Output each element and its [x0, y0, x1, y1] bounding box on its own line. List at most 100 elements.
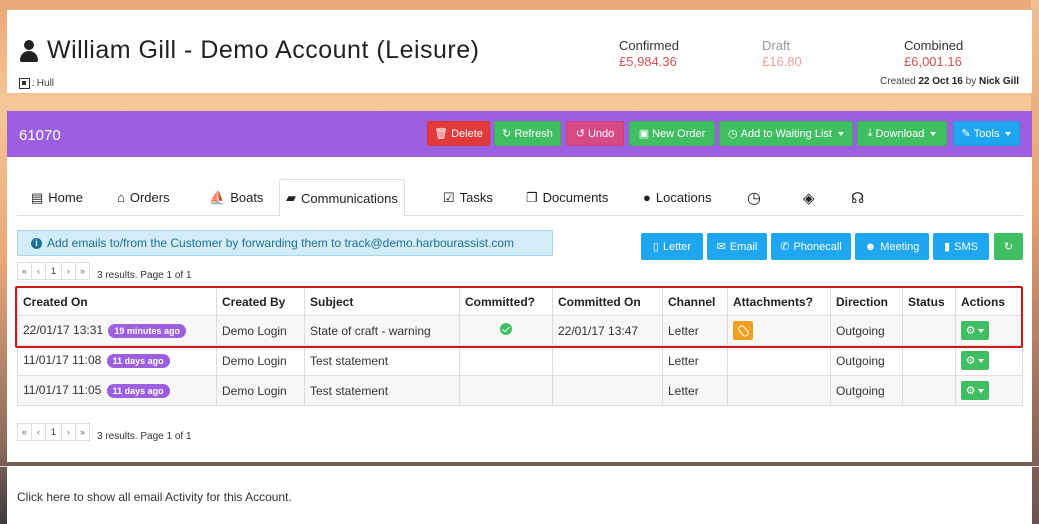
support-head-icon: ☊: [851, 189, 865, 207]
created-by-cell: Demo Login: [216, 345, 305, 376]
age-badge: 11 days ago: [106, 353, 170, 368]
envelope-icon: ✉: [716, 241, 726, 253]
pager-first-button[interactable]: «: [17, 262, 32, 280]
layers-icon: ◈: [803, 189, 815, 207]
tab-locations[interactable]: ● Locations: [637, 179, 718, 216]
users-icon: ☻: [864, 240, 877, 253]
undo-button[interactable]: ↺ Undo: [566, 121, 624, 146]
pager-page-button[interactable]: 1: [45, 423, 62, 441]
table-row[interactable]: 11/01/17 11:05 11 days ago Demo Login Te…: [17, 375, 1023, 406]
trash-icon: 🗑: [434, 128, 449, 140]
col-actions: Actions: [955, 287, 1023, 316]
clock-icon: ◷: [728, 128, 738, 140]
col-created-by[interactable]: Created By: [216, 287, 305, 316]
committed-on-cell: [552, 375, 663, 406]
show-email-activity-link[interactable]: Click here to show all email Activity fo…: [17, 490, 292, 504]
col-committed[interactable]: Committed?: [459, 287, 553, 316]
tab-tasks[interactable]: ☑ Tasks: [437, 179, 499, 216]
pager-page-button[interactable]: 1: [45, 262, 62, 280]
add-letter-button[interactable]: ▯ Letter: [641, 233, 703, 260]
tab-layers[interactable]: ◈: [797, 179, 821, 216]
account-header: William Gill - Demo Account (Leisure) : …: [7, 10, 1032, 93]
pager-last-button[interactable]: »: [75, 423, 90, 441]
subject-cell: Test statement: [304, 375, 460, 406]
chevron-down-icon: [978, 388, 985, 393]
subject-cell: Test statement: [304, 345, 460, 376]
status-cell: [902, 315, 956, 346]
created-info: Created 22 Oct 16 by Nick Gill: [880, 76, 1019, 87]
created-by-cell: Demo Login: [216, 375, 305, 406]
committed-cell: [459, 315, 553, 346]
age-badge: 11 days ago: [106, 383, 170, 398]
chevron-down-icon: [978, 358, 985, 363]
gift-icon: ▣: [638, 128, 650, 140]
direction-cell: Outgoing: [830, 315, 903, 346]
download-button[interactable]: ⤓ Download: [857, 121, 947, 146]
tab-boats[interactable]: ⛵ Boats: [203, 179, 269, 216]
reload-button[interactable]: ↻: [994, 233, 1023, 260]
col-status[interactable]: Status: [902, 287, 956, 316]
direction-cell: Outgoing: [830, 375, 903, 406]
col-channel[interactable]: Channel: [662, 287, 728, 316]
tools-button[interactable]: ✎ Tools: [953, 121, 1020, 146]
chevron-down-icon: [978, 328, 985, 333]
add-meeting-button[interactable]: ☻ Meeting: [855, 233, 929, 260]
tab-home[interactable]: ▤ Home: [25, 179, 89, 216]
tab-communications[interactable]: ▰ Communications: [279, 179, 405, 217]
col-subject[interactable]: Subject: [304, 287, 460, 316]
confirmed-value: £5,984.36: [619, 54, 677, 69]
committed-cell: [459, 345, 553, 376]
record-id: 61070: [19, 127, 61, 144]
row-actions-button[interactable]: ⚙: [961, 381, 989, 400]
tab-support[interactable]: ☊: [845, 179, 870, 216]
refresh-icon: ↻: [1003, 241, 1014, 253]
refresh-icon: ↻: [502, 128, 512, 140]
wrench-icon: ✎: [961, 128, 971, 140]
table-row[interactable]: 11/01/17 11:08 11 days ago Demo Login Te…: [17, 345, 1023, 376]
id-card-icon: ▤: [31, 189, 44, 205]
col-created-on[interactable]: Created On: [17, 287, 217, 316]
col-attachments[interactable]: Attachments?: [727, 287, 831, 316]
pager-next-button[interactable]: ›: [61, 262, 76, 280]
gear-icon: ⚙: [965, 325, 976, 337]
paperclip-icon[interactable]: [733, 321, 753, 340]
committed-cell: [459, 375, 553, 406]
add-email-button[interactable]: ✉ Email: [707, 233, 767, 260]
actions-cell: ⚙: [955, 375, 1023, 406]
communications-table: Created On Created By Subject Committed?…: [17, 287, 1023, 406]
row-actions-button[interactable]: ⚙: [961, 351, 989, 370]
pager-last-button[interactable]: »: [75, 262, 90, 280]
draft-stat: Draft £16.80: [762, 38, 802, 69]
col-committed-on[interactable]: Committed On: [552, 287, 663, 316]
pager-prev-button[interactable]: ‹: [31, 423, 46, 441]
combined-stat: Combined £6,001.16: [904, 38, 963, 69]
age-badge: 19 minutes ago: [108, 323, 186, 338]
tab-history[interactable]: ◷: [741, 179, 767, 216]
draft-value: £16.80: [762, 54, 802, 69]
row-actions-button[interactable]: ⚙: [961, 321, 989, 340]
add-sms-button[interactable]: ▮ SMS: [933, 233, 989, 260]
tab-documents[interactable]: ❐ Documents: [520, 179, 614, 216]
new-order-button[interactable]: ▣ New Order: [629, 121, 715, 146]
table-row[interactable]: 22/01/17 13:31 19 minutes ago Demo Login…: [17, 315, 1023, 346]
pager-prev-button[interactable]: ‹: [31, 262, 46, 280]
pager-bottom: « ‹ 1 › » 3 results. Page 1 of 1: [17, 423, 192, 442]
pager-first-button[interactable]: «: [17, 423, 32, 441]
download-icon: ⤓: [867, 127, 873, 139]
refresh-button[interactable]: ↻ Refresh: [494, 121, 561, 146]
col-direction[interactable]: Direction: [830, 287, 903, 316]
add-phonecall-button[interactable]: ✆ Phonecall: [771, 233, 851, 260]
delete-button[interactable]: 🗑 Delete: [427, 121, 490, 146]
channel-cell: Letter: [662, 345, 728, 376]
chevron-down-icon: [1005, 131, 1012, 136]
info-alert: i Add emails to/from the Customer by for…: [17, 230, 553, 256]
add-to-waiting-list-button[interactable]: ◷ Add to Waiting List: [719, 121, 853, 146]
documents-icon: ❐: [526, 189, 538, 205]
clipboard-check-icon: ☑: [443, 189, 455, 205]
draft-label: Draft: [762, 38, 791, 53]
info-text: Add emails to/from the Customer by forwa…: [47, 236, 515, 250]
tab-orders[interactable]: ⌂ Orders: [111, 179, 176, 216]
background-edge: [1031, 0, 1039, 524]
pager-next-button[interactable]: ›: [61, 423, 76, 441]
account-location: : Hull: [19, 78, 54, 89]
